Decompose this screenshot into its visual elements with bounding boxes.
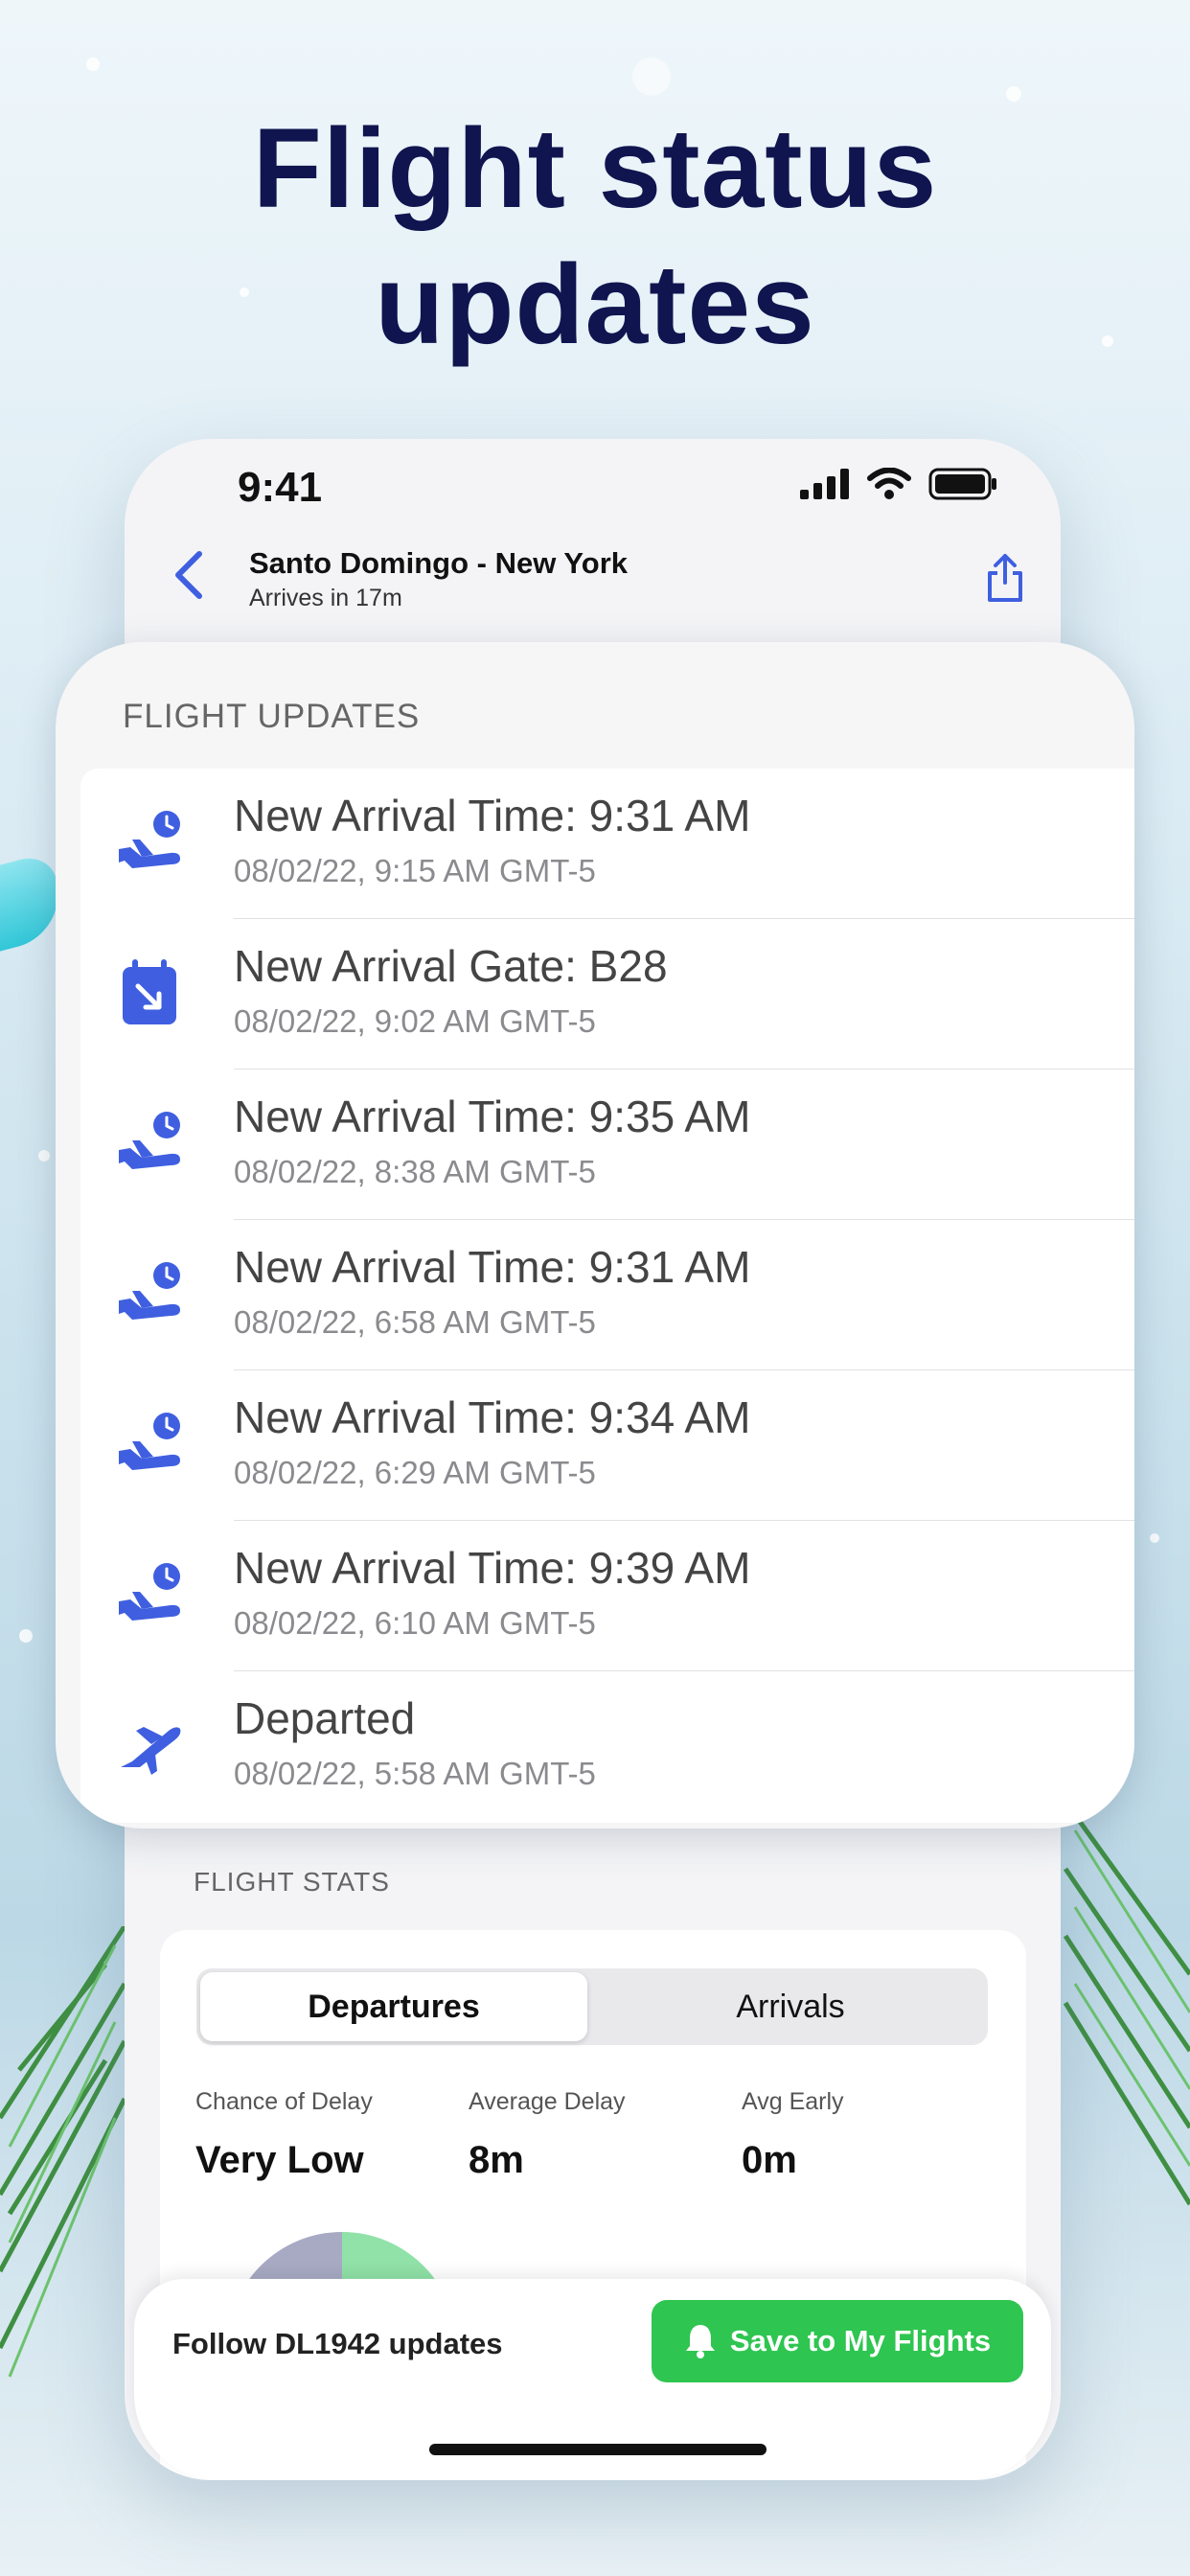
update-title: New Arrival Time: 9:39 AM [234, 1543, 751, 1593]
update-timestamp: 08/02/22, 6:29 AM GMT-5 [234, 1455, 596, 1490]
stat-chance-of-delay: Chance of Delay Very Low [195, 2088, 373, 2182]
plane-wing-decoration [0, 849, 57, 962]
headline-line-1: Flight status [252, 105, 938, 232]
arrival-countdown: Arrives in 17m [249, 585, 402, 611]
stats-segmented-control: Departures Arrivals [196, 1968, 988, 2045]
update-title: New Arrival Time: 9:34 AM [234, 1392, 751, 1442]
list-item[interactable]: New Arrival Gate: B28 08/02/22, 9:02 AM … [80, 919, 1134, 1070]
gate-calendar-icon [123, 959, 176, 1024]
update-title: New Arrival Time: 9:31 AM [234, 1242, 751, 1292]
updates-section-title: FLIGHT UPDATES [123, 698, 421, 735]
update-timestamp: 08/02/22, 8:38 AM GMT-5 [234, 1154, 596, 1189]
update-title: New Arrival Time: 9:31 AM [234, 791, 751, 840]
plane-clock-icon [119, 811, 180, 868]
update-timestamp: 08/02/22, 6:58 AM GMT-5 [234, 1304, 596, 1340]
update-timestamp: 08/02/22, 6:10 AM GMT-5 [234, 1605, 596, 1641]
plane-departure-icon [121, 1727, 181, 1775]
update-timestamp: 08/02/22, 9:02 AM GMT-5 [234, 1003, 596, 1039]
status-time: 9:41 [238, 464, 323, 511]
headline: Flight status updates [0, 101, 1190, 373]
battery-icon [928, 468, 996, 500]
share-icon[interactable] [984, 552, 1026, 604]
stat-average-delay: Average Delay 8m [469, 2088, 626, 2182]
status-icons [800, 468, 997, 500]
update-title: New Arrival Gate: B28 [234, 941, 668, 991]
save-to-my-flights-button[interactable]: Save to My Flights [652, 2300, 1023, 2382]
pine-branch-right [1063, 1802, 1190, 2206]
list-item[interactable]: New Arrival Time: 9:31 AM 08/02/22, 9:15… [80, 769, 1134, 919]
updates-list: New Arrival Time: 9:31 AM 08/02/22, 9:15… [80, 769, 1134, 1823]
list-item[interactable]: New Arrival Time: 9:35 AM 08/02/22, 8:38… [80, 1070, 1134, 1220]
home-indicator [429, 2444, 767, 2455]
stat-avg-early: Avg Early 0m [742, 2088, 844, 2182]
plane-clock-icon [119, 1262, 180, 1320]
bell-icon [685, 2325, 715, 2358]
update-timestamp: 08/02/22, 9:15 AM GMT-5 [234, 853, 596, 888]
stat-label: Avg Early [742, 2088, 844, 2115]
update-title: Departed [234, 1693, 416, 1743]
pine-branch-left [0, 1926, 127, 2378]
tab-departures[interactable]: Departures [200, 1972, 587, 2041]
follow-bar: Follow DL1942 updates Save to My Flights [134, 2279, 1051, 2480]
back-chevron-icon[interactable] [165, 546, 213, 604]
wifi-icon [867, 468, 911, 499]
list-item[interactable]: New Arrival Time: 9:39 AM 08/02/22, 6:10… [80, 1521, 1134, 1671]
save-button-label: Save to My Flights [729, 2324, 992, 2358]
update-title: New Arrival Time: 9:35 AM [234, 1092, 751, 1141]
plane-clock-icon [119, 1413, 180, 1470]
stat-value: Very Low [195, 2139, 364, 2181]
tab-arrivals[interactable]: Arrivals [597, 1972, 984, 2041]
list-item[interactable]: Departed 08/02/22, 5:58 AM GMT-5 [80, 1671, 1134, 1822]
stats-section-title: FLIGHT STATS [194, 1867, 390, 1897]
flight-updates-card: FLIGHT UPDATES New Arrival Time: 9:31 AM… [56, 642, 1134, 1828]
follow-text: Follow DL1942 updates [172, 2327, 503, 2360]
list-item[interactable]: New Arrival Time: 9:31 AM 08/02/22, 6:58… [80, 1220, 1134, 1370]
headline-line-2: updates [375, 242, 815, 368]
list-item[interactable]: New Arrival Time: 9:34 AM 08/02/22, 6:29… [80, 1370, 1134, 1521]
stat-value: 8m [469, 2139, 524, 2181]
stat-label: Average Delay [469, 2088, 626, 2115]
plane-clock-icon [119, 1563, 180, 1621]
plane-clock-icon [119, 1112, 180, 1169]
stat-label: Chance of Delay [195, 2088, 373, 2115]
signal-icon [800, 469, 849, 499]
update-timestamp: 08/02/22, 5:58 AM GMT-5 [234, 1756, 596, 1791]
route-title: Santo Domingo - New York [249, 546, 628, 580]
stat-value: 0m [742, 2139, 797, 2181]
